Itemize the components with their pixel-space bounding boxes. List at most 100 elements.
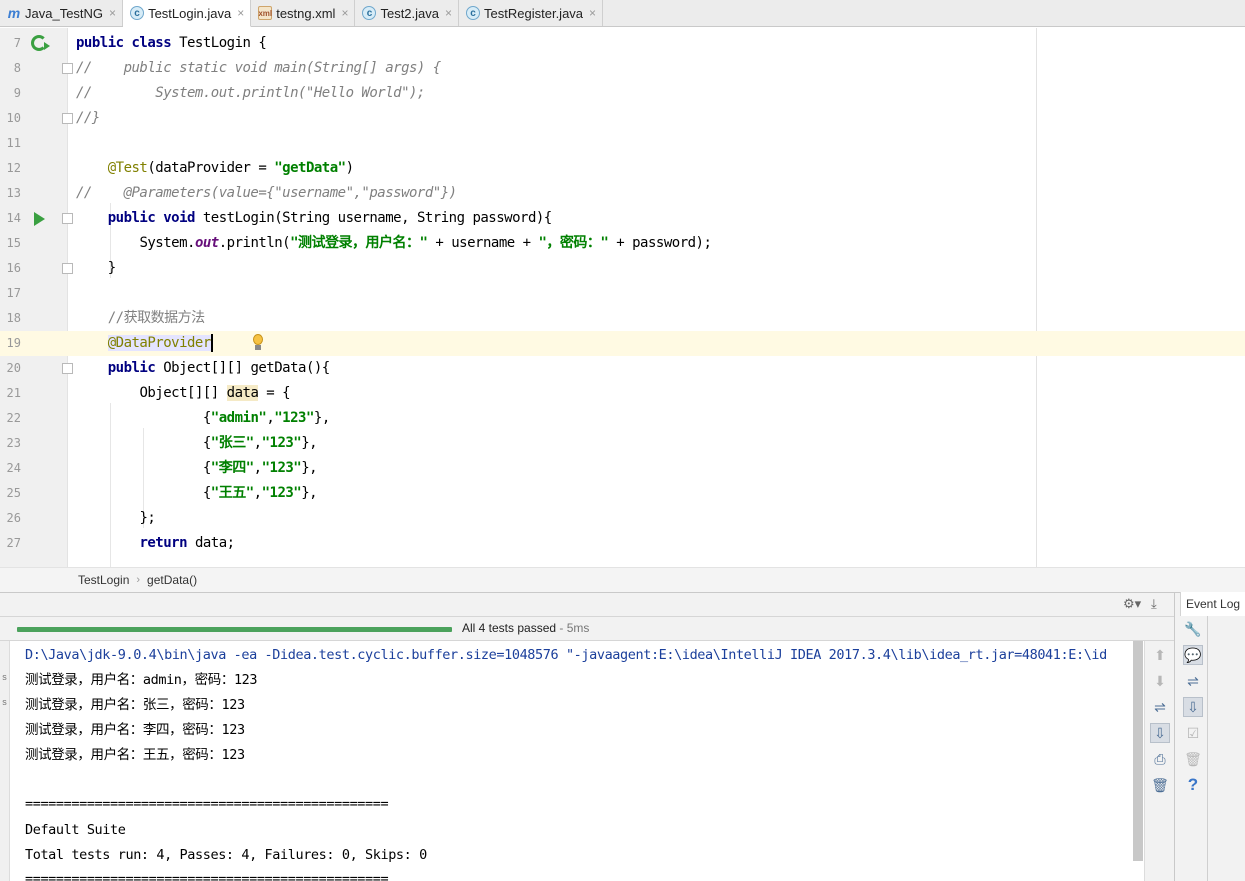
line-number: 19 xyxy=(6,336,21,350)
code-line-15[interactable]: 15 System.out.println("测试登录，用户名：" + user… xyxy=(0,231,1245,256)
line-number: 14 xyxy=(6,211,21,225)
soft-wrap-icon[interactable]: ⇌ xyxy=(1150,697,1170,717)
line-number: 9 xyxy=(13,86,21,100)
print-icon[interactable]: ⎙ xyxy=(1150,749,1170,769)
code-line-24[interactable]: 24 {"李四","123"}, xyxy=(0,456,1245,481)
code-line-25[interactable]: 25 {"王五","123"}, xyxy=(0,481,1245,506)
fold-marker-icon[interactable] xyxy=(62,263,73,274)
up-arrow-icon[interactable]: ⬆ xyxy=(1150,645,1170,665)
string-literal: "123" xyxy=(261,435,302,451)
code-text: }, xyxy=(301,435,318,451)
code-text: Object[][] xyxy=(139,385,227,401)
console-line: 测试登录，用户名：王五，密码：123 xyxy=(25,747,245,763)
intention-bulb-icon[interactable] xyxy=(252,334,264,352)
code-line-21[interactable]: 21 Object[][] data = { xyxy=(0,381,1245,406)
code-editor[interactable]: 7 public class TestLogin { 8 // public s… xyxy=(0,28,1245,567)
tab-testlogin-java[interactable]: c TestLogin.java × xyxy=(123,0,252,27)
breadcrumb-item-method[interactable]: getData() xyxy=(147,573,197,587)
close-icon[interactable]: × xyxy=(589,6,596,20)
code-line-14[interactable]: 14 public void testLogin(String username… xyxy=(0,206,1245,231)
test-progress-bar xyxy=(17,627,452,632)
string-literal: "getData" xyxy=(274,160,346,176)
console-line: 测试登录，用户名：李四，密码：123 xyxy=(25,722,245,738)
down-arrow-icon[interactable]: ⬇ xyxy=(1150,671,1170,691)
tab-testregister-java[interactable]: c TestRegister.java × xyxy=(459,0,604,26)
code-text: TestLogin { xyxy=(179,35,267,51)
tab-testng-xml[interactable]: xml testng.xml × xyxy=(251,0,356,26)
breadcrumb-item-class[interactable]: TestLogin xyxy=(78,573,129,587)
fold-marker-icon[interactable] xyxy=(62,113,73,124)
close-icon[interactable]: × xyxy=(109,6,116,20)
line-number: 24 xyxy=(6,461,21,475)
trash-icon[interactable]: 🗑 xyxy=(1183,749,1203,769)
string-literal: "admin" xyxy=(210,410,267,426)
console-left-gutter: ss xyxy=(0,641,10,881)
fold-marker-icon[interactable] xyxy=(62,213,73,224)
code-text: (dataProvider = xyxy=(147,160,275,176)
close-icon[interactable]: × xyxy=(445,6,452,20)
close-icon[interactable]: × xyxy=(341,6,348,20)
code-text: }, xyxy=(301,460,318,476)
line-number: 8 xyxy=(13,61,21,75)
scroll-to-end-icon[interactable]: ⇩ xyxy=(1183,697,1203,717)
test-result-summary: All 4 tests passed - 5ms xyxy=(462,621,589,635)
code-line-20[interactable]: 20 public Object[][] getData(){ xyxy=(0,356,1245,381)
line-number: 23 xyxy=(6,436,21,450)
code-line-16[interactable]: 16 } xyxy=(0,256,1245,281)
code-line-26[interactable]: 26 }; xyxy=(0,506,1245,531)
tab-test2-java[interactable]: c Test2.java × xyxy=(355,0,460,26)
code-line-27[interactable]: 27 return data; xyxy=(0,531,1245,556)
string-literal: "测试登录，用户名：" xyxy=(290,235,428,251)
soft-wrap-icon[interactable]: ⇌ xyxy=(1183,671,1203,691)
help-question-icon[interactable]: ? xyxy=(1183,775,1203,795)
scroll-to-end-icon[interactable]: ⇩ xyxy=(1150,723,1170,743)
chat-bubble-icon[interactable]: 💬 xyxy=(1183,645,1203,665)
console-scrollbar[interactable] xyxy=(1133,641,1143,861)
code-line-8[interactable]: 8 // public static void main(String[] ar… xyxy=(0,56,1245,81)
fold-marker-icon[interactable] xyxy=(62,363,73,374)
run-test-icon[interactable] xyxy=(34,212,45,226)
event-log-tab[interactable]: Event Log xyxy=(1180,592,1245,616)
code-line-13[interactable]: 13 // @Parameters(value={"username","pas… xyxy=(0,181,1245,206)
keyword: public xyxy=(107,360,164,376)
code-line-7[interactable]: 7 public class TestLogin { xyxy=(0,31,1245,56)
settings-gear-icon[interactable]: ⚙▾ xyxy=(1123,596,1141,612)
trash-icon[interactable]: 🗑 xyxy=(1150,775,1170,795)
code-line-19-current[interactable]: 19 @DataProvider xyxy=(0,331,1245,356)
line-number: 7 xyxy=(13,36,21,50)
code-text: testLogin(String username, String passwo… xyxy=(202,210,552,226)
code-line-22[interactable]: 22 {"admin","123"}, xyxy=(0,406,1245,431)
text-caret xyxy=(210,334,213,352)
right-strip-divider xyxy=(1207,616,1208,881)
java-class-icon: c xyxy=(362,6,377,20)
fold-marker-icon[interactable] xyxy=(62,63,73,74)
console-output[interactable]: D:\Java\jdk-9.0.4\bin\java -ea -Didea.te… xyxy=(10,641,1144,881)
code-line-9[interactable]: 9 // System.out.println("Hello World"); xyxy=(0,81,1245,106)
tab-java-testng[interactable]: m Java_TestNG × xyxy=(0,0,124,26)
code-line-10[interactable]: 10 //} xyxy=(0,106,1245,131)
tab-label: Test2.java xyxy=(380,5,440,21)
line-number: 21 xyxy=(6,386,21,400)
hide-panel-icon[interactable]: ⤓ xyxy=(1151,596,1157,612)
xml-file-icon: xml xyxy=(258,6,273,20)
code-line-11[interactable]: 11 xyxy=(0,131,1245,156)
code-line-12[interactable]: 12 @Test(dataProvider = "getData") xyxy=(0,156,1245,181)
close-icon[interactable]: × xyxy=(237,6,244,20)
code-text: data; xyxy=(194,535,235,551)
code-line-18[interactable]: 18 //获取数据方法 xyxy=(0,306,1245,331)
code-text: { xyxy=(202,460,211,476)
code-line-17[interactable]: 17 xyxy=(0,281,1245,306)
code-text: { xyxy=(202,435,211,451)
run-class-icon[interactable] xyxy=(31,35,50,51)
code-text: , xyxy=(253,435,262,451)
console-side-toolbar: ⬆ ⬇ ⇌ ⇩ ⎙ 🗑 xyxy=(1144,641,1174,881)
comment-text: //} xyxy=(76,110,100,126)
code-text: , xyxy=(253,460,262,476)
line-number: 25 xyxy=(6,486,21,500)
keyword: return xyxy=(139,535,195,551)
mark-read-icon[interactable]: ☑ xyxy=(1183,723,1203,743)
annotation: @Test xyxy=(107,160,148,176)
code-text: }, xyxy=(301,485,318,501)
wrench-icon[interactable]: 🔧 xyxy=(1183,619,1203,639)
code-line-23[interactable]: 23 {"张三","123"}, xyxy=(0,431,1245,456)
